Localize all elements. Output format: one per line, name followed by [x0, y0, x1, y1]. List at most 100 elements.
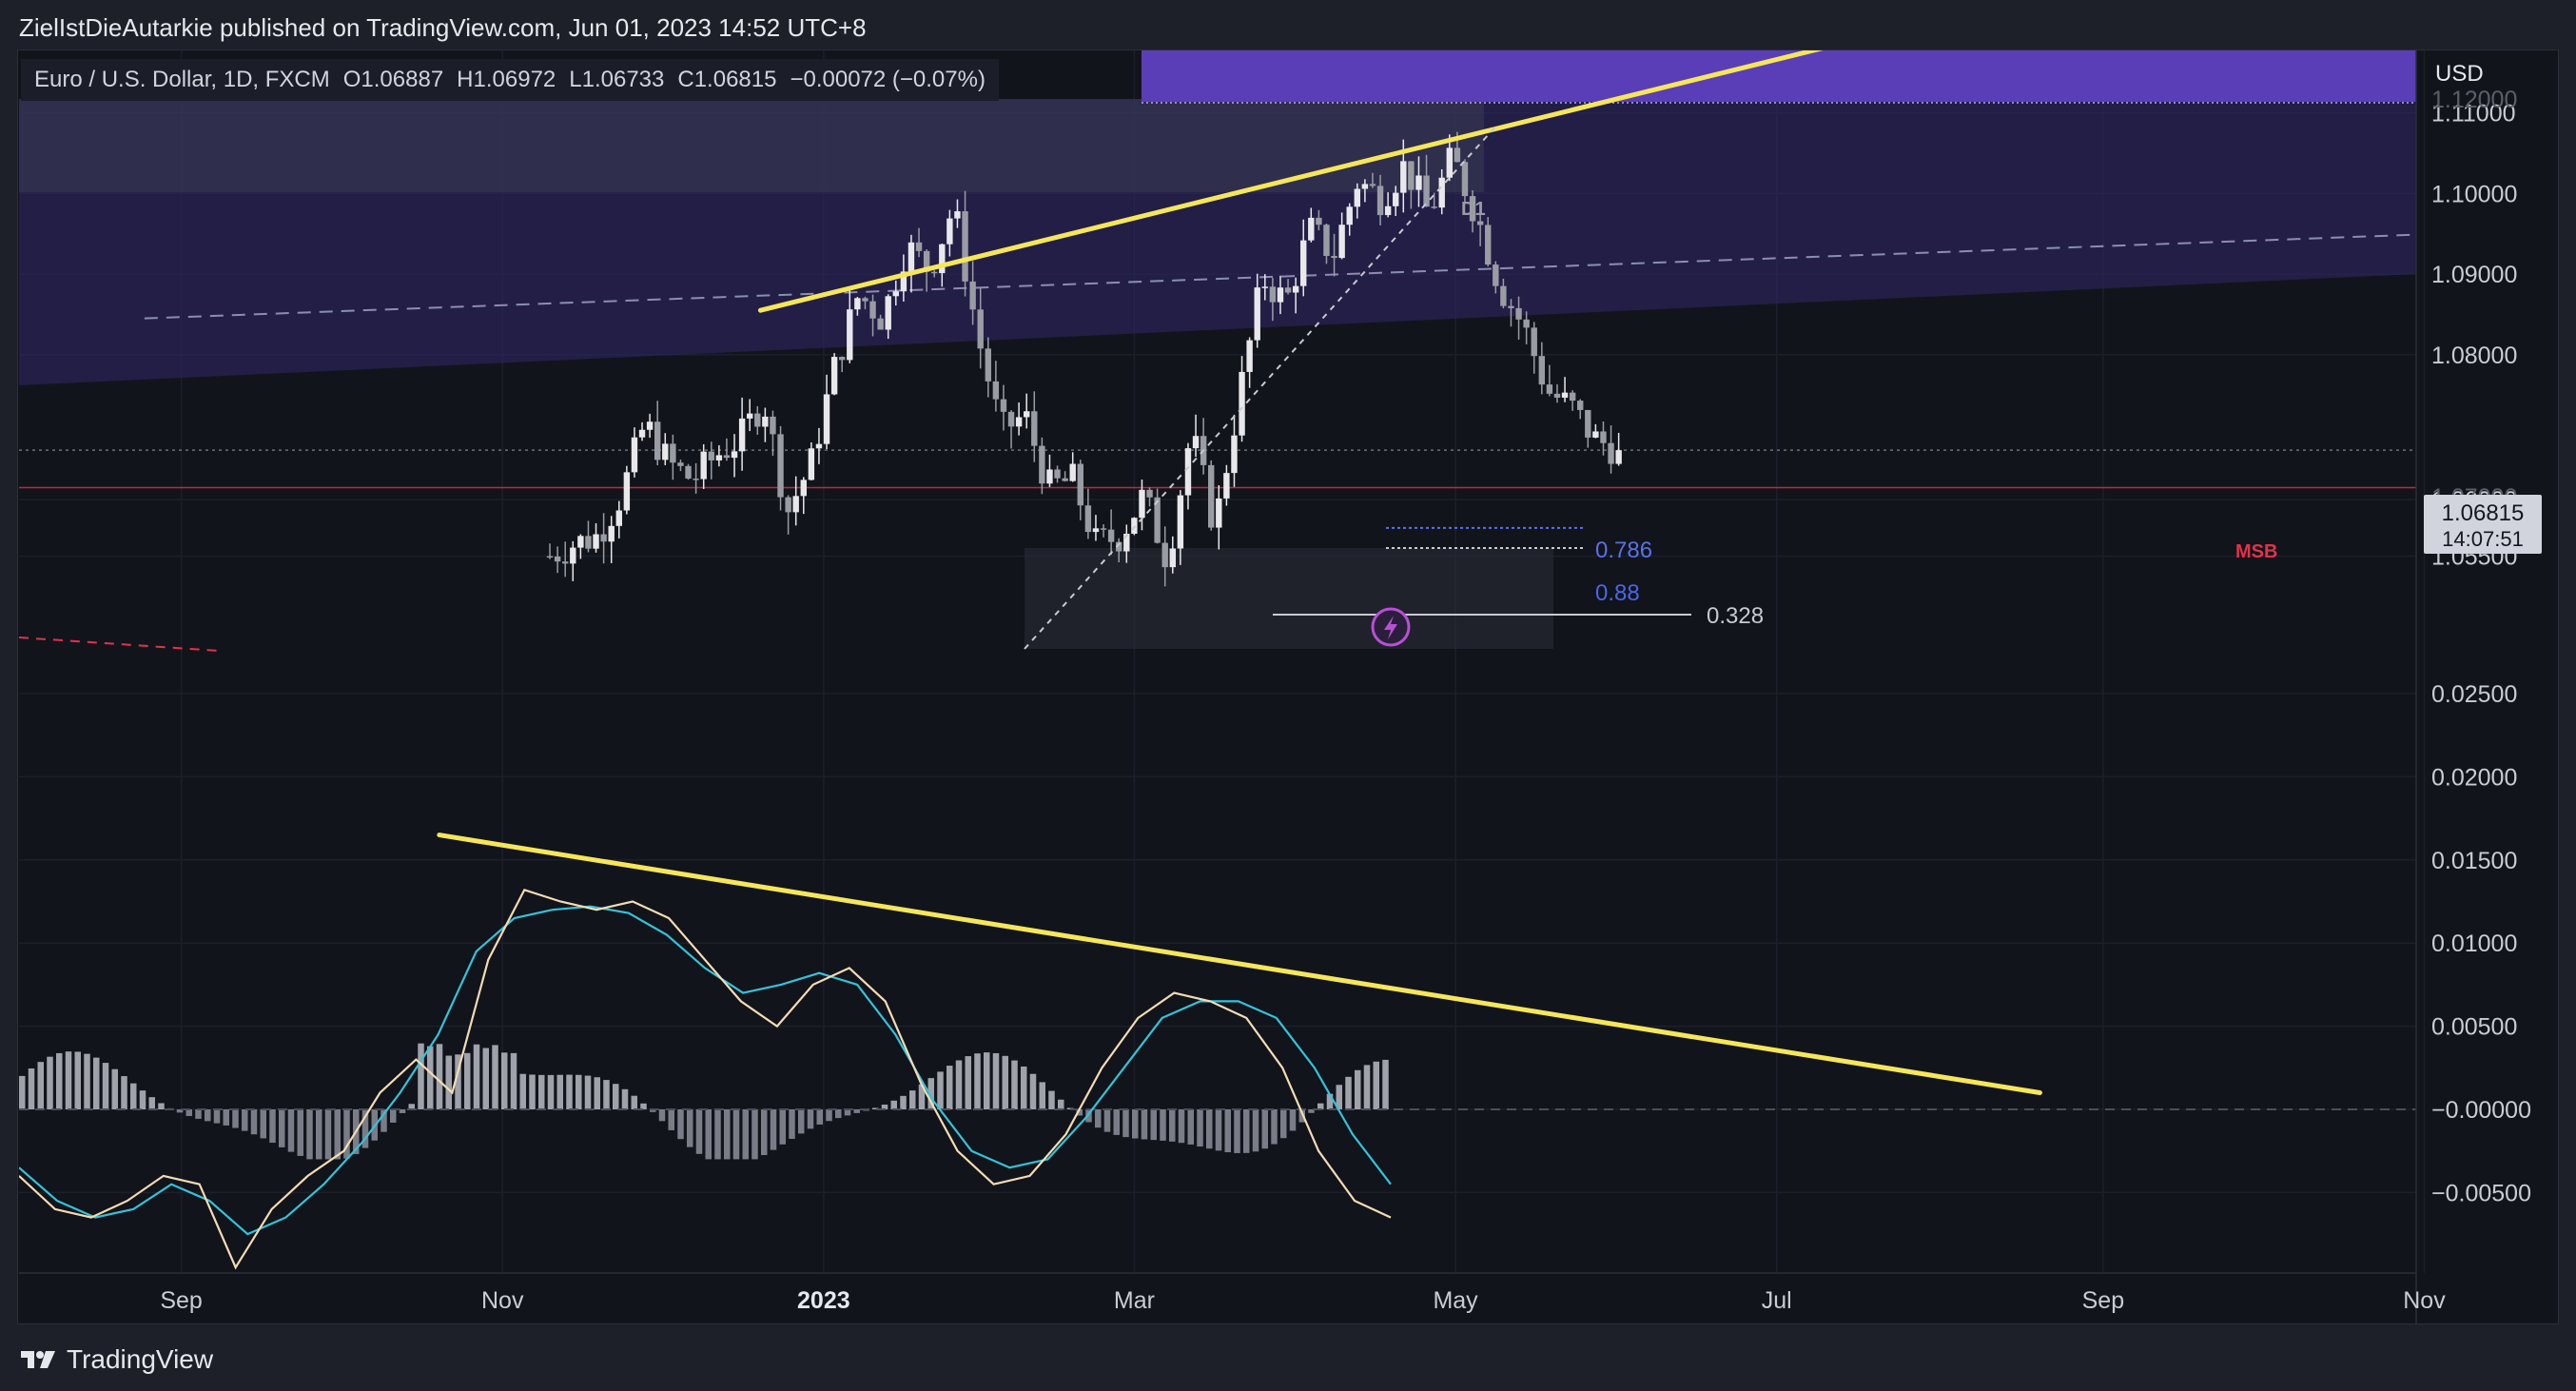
candle — [693, 462, 699, 494]
candle-body — [1308, 217, 1315, 241]
macd-histogram-bar — [946, 1066, 953, 1109]
macd-histogram-bar — [473, 1044, 480, 1109]
candle-body — [562, 561, 569, 564]
candle — [1046, 454, 1053, 487]
macd-histogram-bar — [1234, 1109, 1240, 1153]
macd-histogram-bar — [390, 1109, 397, 1123]
candle — [1015, 402, 1023, 436]
candle-body — [654, 421, 661, 460]
candle-body — [1107, 529, 1115, 542]
macd-histogram-bar — [909, 1090, 916, 1109]
macd-histogram-bar — [621, 1088, 629, 1109]
candle-body — [593, 534, 599, 549]
candle — [1538, 342, 1546, 395]
low-value: L1.06733 — [569, 67, 665, 92]
candle — [585, 520, 592, 553]
macd-histogram-bar — [1113, 1109, 1120, 1135]
macd-histogram-bar — [770, 1109, 777, 1150]
candle-body — [1500, 285, 1507, 306]
macd-histogram-bar — [65, 1051, 72, 1109]
macd-trendline — [437, 833, 2042, 1096]
candle-body — [1184, 448, 1192, 496]
supply-zones — [19, 50, 2416, 649]
candle — [1107, 509, 1115, 556]
tradingview-logo[interactable]: TradingView — [19, 1343, 213, 1376]
candle — [1569, 390, 1576, 411]
candle — [1246, 337, 1253, 388]
macd-tick-label: 0.02500 — [2431, 681, 2517, 708]
time-axis: SepNov2023MarMayJulSepNov2024 — [19, 1272, 2446, 1314]
macd-histogram-bar — [510, 1052, 517, 1109]
macd-histogram-bar — [1345, 1076, 1352, 1109]
macd-histogram-bar — [732, 1109, 740, 1160]
macd-histogram-bar — [816, 1109, 823, 1125]
macd-histogram-bar — [705, 1109, 712, 1160]
time-tick-label: Mar — [1114, 1287, 1155, 1314]
candle-body — [546, 556, 554, 558]
macd-histogram-bar — [1103, 1109, 1111, 1132]
candle-body — [1561, 392, 1569, 398]
macd-histogram-bar — [714, 1109, 721, 1160]
candle — [708, 441, 714, 480]
macd-histogram-bar — [1289, 1109, 1297, 1131]
macd-histogram-bar — [1261, 1109, 1268, 1149]
macd-line — [19, 888, 1392, 1270]
candle-body — [608, 525, 615, 542]
macd-histogram-bar — [529, 1074, 536, 1109]
macd-histogram-bar — [992, 1052, 1000, 1109]
macd-histogram-bar — [1206, 1109, 1213, 1149]
macd-histogram-bar — [1141, 1109, 1148, 1140]
macd-histogram-bar — [1160, 1109, 1166, 1141]
macd-histogram-bar — [538, 1074, 545, 1109]
candle-body — [754, 413, 761, 427]
macd-histogram-bar — [19, 1075, 26, 1109]
candle-body — [1292, 285, 1299, 293]
macd-histogram-bar — [74, 1051, 81, 1109]
time-tick-label: Sep — [2082, 1287, 2124, 1314]
macd-tick-label: 0.01000 — [2431, 931, 2517, 957]
macd-histogram-bar — [492, 1045, 498, 1109]
macd-histogram-bar — [519, 1073, 526, 1109]
candle-body — [985, 348, 991, 382]
candle — [1523, 311, 1530, 344]
candle — [1000, 384, 1007, 431]
fib-0328-label: 0.328 — [1707, 603, 1764, 629]
candle-body — [700, 451, 707, 480]
candle-body — [1100, 528, 1107, 530]
candle-body — [1139, 489, 1145, 519]
candle — [754, 405, 761, 435]
candle-body — [731, 451, 738, 459]
macd-histogram-bar — [195, 1109, 202, 1119]
candle — [1007, 410, 1015, 449]
macd-histogram-bar — [37, 1062, 44, 1109]
macd-histogram-bar — [1132, 1109, 1139, 1139]
symbol-legend[interactable]: Euro / U.S. Dollar, 1D, FXCM O1.06887 H1… — [21, 59, 999, 101]
macd-histogram-bar — [148, 1097, 155, 1109]
macd-panel — [19, 888, 2416, 1270]
macd-histogram-bar — [1039, 1082, 1045, 1109]
macd-histogram-bar — [1187, 1109, 1194, 1145]
candle-body — [962, 211, 968, 282]
candle-body — [939, 244, 946, 274]
candle-body — [992, 381, 1000, 400]
candle-body — [1208, 464, 1215, 528]
candle-body — [646, 421, 654, 430]
macd-histogram-bar — [900, 1095, 907, 1109]
price-tick-label: 1.10000 — [2431, 181, 2517, 207]
change-value: −0.00072 (−0.07%) — [790, 67, 986, 92]
candle — [1577, 399, 1584, 420]
candle-body — [1569, 392, 1576, 402]
currency-label[interactable]: USD — [2435, 61, 2484, 88]
high-value: H1.06972 — [457, 67, 556, 92]
candle-body — [808, 448, 815, 480]
candle-body — [1046, 469, 1053, 484]
candle — [1154, 488, 1161, 544]
candle — [738, 397, 746, 471]
candle — [1231, 414, 1238, 487]
time-tick-label: Nov — [2403, 1287, 2446, 1314]
chart-canvas[interactable]: 0.7860.880.328MSBD1 1.110001.100001.0900… — [0, 0, 2576, 1391]
candle-body — [747, 413, 753, 419]
macd-histogram-bar — [826, 1109, 832, 1122]
candle — [1031, 391, 1038, 462]
candle — [1062, 471, 1068, 482]
